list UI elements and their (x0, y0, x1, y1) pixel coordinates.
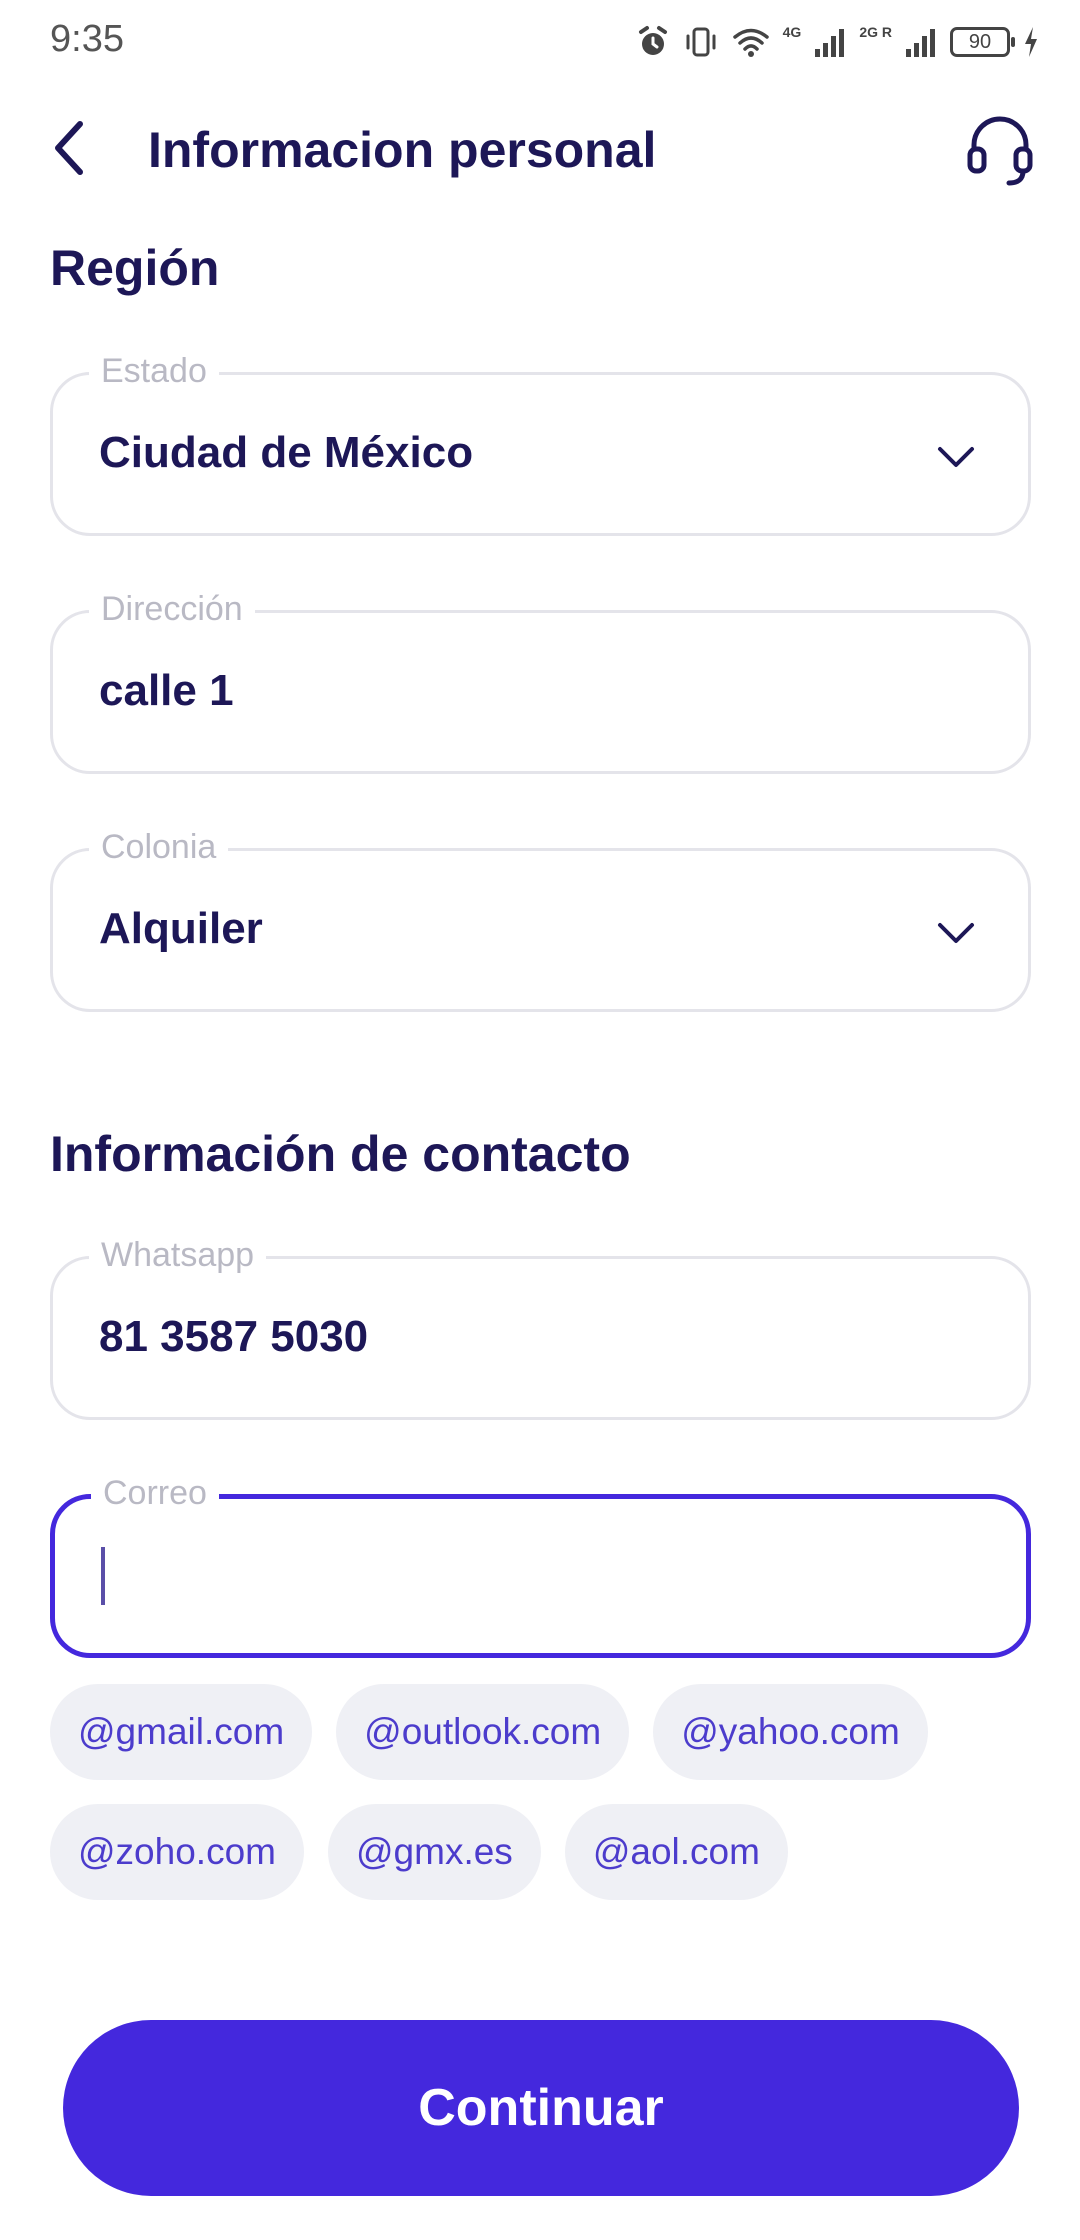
battery-level: 90 (968, 30, 992, 53)
alarm-icon (635, 24, 671, 60)
chevron-down-icon (934, 911, 978, 955)
direccion-field[interactable]: Dirección calle 1 (50, 589, 1031, 774)
whatsapp-label: Whatsapp (89, 1235, 267, 1275)
app-header: Informacion personal (0, 100, 1080, 200)
battery-icon: 90 (950, 27, 1015, 57)
domain-suggestions-row-1: @gmail.com @outlook.com @yahoo.com (50, 1684, 928, 1780)
domain-chip-zoho[interactable]: @zoho.com (50, 1804, 304, 1900)
domain-suggestions-row-2: @zoho.com @gmx.es @aol.com (50, 1804, 788, 1900)
direccion-value: calle 1 (99, 666, 234, 715)
domain-chip-outlook[interactable]: @outlook.com (336, 1684, 630, 1780)
domain-chip-gmx[interactable]: @gmx.es (327, 1804, 541, 1900)
whatsapp-value: 81 3587 5030 (99, 1312, 369, 1361)
network-4g-label: 4G (782, 24, 802, 40)
correo-field[interactable]: Correo (50, 1473, 1031, 1658)
headset-icon (965, 113, 1035, 192)
chevron-down-icon (934, 435, 978, 479)
whatsapp-field[interactable]: Whatsapp 81 3587 5030 (50, 1235, 1031, 1420)
correo-input[interactable] (99, 1543, 959, 1607)
colonia-select[interactable]: Colonia Alquiler (50, 827, 1031, 1012)
signal-icon-2 (904, 25, 938, 59)
estado-select[interactable]: Estado Ciudad de México (50, 351, 1031, 536)
estado-value: Ciudad de México (99, 428, 474, 477)
correo-label: Correo (91, 1473, 219, 1513)
signal-icon (813, 25, 847, 59)
direccion-label: Dirección (89, 589, 255, 629)
estado-label: Estado (89, 351, 219, 391)
region-section-title: Región (50, 240, 220, 296)
status-bar: 9:35 4G 2G R 90 (0, 0, 1080, 84)
vibrate-icon (683, 24, 719, 60)
page-title: Informacion personal (148, 122, 657, 178)
colonia-label: Colonia (89, 827, 229, 867)
continue-button[interactable]: Continuar (63, 2020, 1019, 2196)
colonia-value: Alquiler (99, 904, 263, 953)
chevron-left-icon (50, 118, 90, 183)
support-button[interactable] (960, 112, 1040, 192)
network-2g-label: 2G R (859, 24, 892, 40)
status-icons: 4G 2G R 90 (635, 20, 1040, 64)
domain-chip-gmail[interactable]: @gmail.com (50, 1684, 313, 1780)
contact-section-title: Información de contacto (50, 1126, 631, 1182)
domain-chip-aol[interactable]: @aol.com (564, 1804, 788, 1900)
charging-icon (1022, 25, 1040, 59)
domain-chip-yahoo[interactable]: @yahoo.com (653, 1684, 928, 1780)
status-time: 9:35 (50, 18, 124, 60)
back-button[interactable] (40, 118, 100, 182)
wifi-icon (731, 24, 771, 60)
